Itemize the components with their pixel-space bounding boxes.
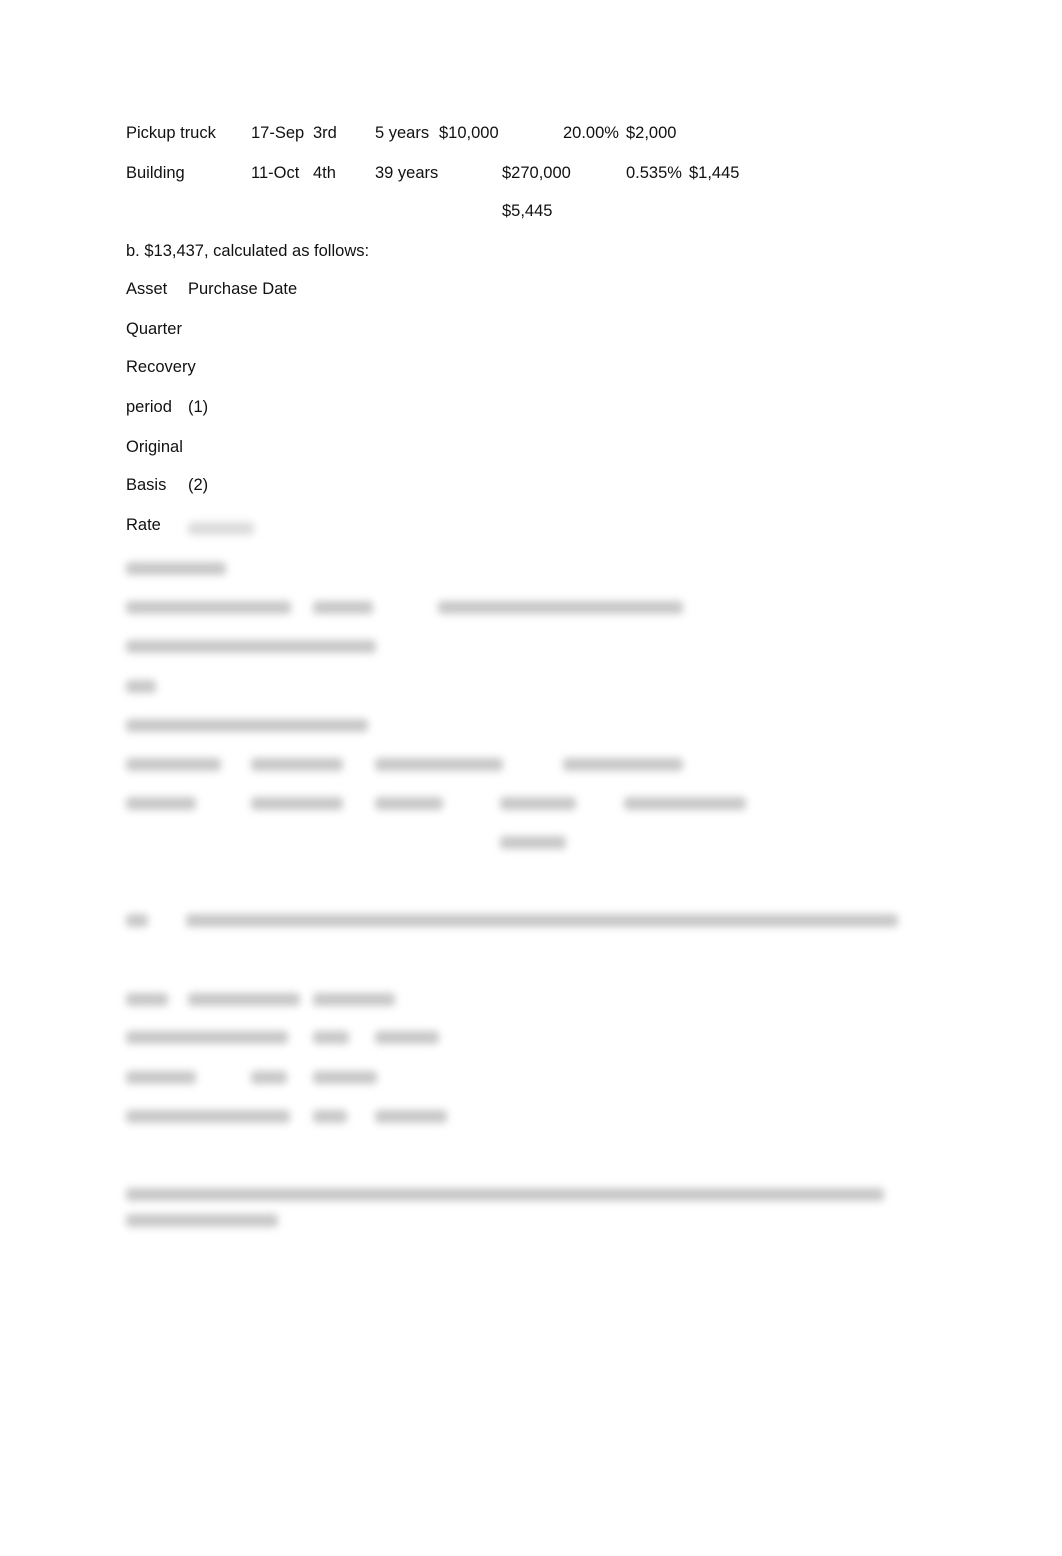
header-label: Asset — [126, 280, 168, 298]
blurred-text — [186, 914, 898, 927]
header-label: Original — [126, 438, 183, 456]
header-label: Quarter — [126, 320, 182, 338]
blurred-text — [126, 562, 226, 575]
header-label: Recovery — [126, 358, 196, 376]
basis-cell: $10,000 — [439, 124, 499, 142]
blurred-text — [313, 1031, 349, 1044]
blurred-text — [313, 1071, 377, 1084]
date-cell: 17-Sep — [251, 124, 305, 142]
blurred-text — [188, 522, 254, 535]
depreciation-cell: $1,445 — [689, 164, 740, 182]
blurred-text — [126, 1188, 884, 1201]
blurred-text — [126, 1071, 196, 1084]
rate-cell: 0.535% — [626, 164, 682, 182]
blurred-text — [126, 601, 291, 614]
blurred-text — [126, 1110, 290, 1123]
total-cell: $5,445 — [502, 202, 553, 220]
quarter-cell: 3rd — [313, 124, 337, 142]
period-cell: 5 years — [375, 124, 430, 142]
header-label: Basis — [126, 476, 167, 494]
rate-cell: 20.00% — [563, 124, 619, 142]
blurred-text — [251, 1071, 287, 1084]
blurred-text — [500, 797, 576, 810]
blurred-text — [251, 797, 343, 810]
blurred-text — [624, 797, 746, 810]
period-cell: 39 years — [375, 164, 439, 182]
blurred-text — [126, 1214, 278, 1227]
header-label: (1) — [188, 398, 209, 416]
blurred-text — [126, 1031, 288, 1044]
blurred-text — [188, 993, 300, 1006]
header-label: period — [126, 398, 172, 416]
header-label: Purchase Date — [188, 280, 298, 298]
blurred-text — [126, 914, 148, 927]
blurred-text — [126, 758, 221, 771]
part-b-heading: b. $13,437, calculated as follows: — [126, 242, 370, 260]
blurred-text — [500, 836, 566, 849]
depreciation-cell: $2,000 — [626, 124, 677, 142]
blurred-text — [375, 797, 443, 810]
quarter-cell: 4th — [313, 164, 336, 182]
blurred-text — [251, 758, 343, 771]
header-label: Rate — [126, 516, 161, 534]
blurred-text — [375, 1110, 447, 1123]
blurred-text — [126, 640, 376, 653]
blurred-text — [126, 719, 368, 732]
date-cell: 11-Oct — [251, 164, 300, 182]
blurred-text — [313, 601, 373, 614]
basis-cell: $270,000 — [502, 164, 571, 182]
blurred-text — [563, 758, 683, 771]
header-label: (2) — [188, 476, 209, 494]
blurred-text — [313, 1110, 347, 1123]
blurred-text — [313, 993, 395, 1006]
blurred-text — [438, 601, 683, 614]
blurred-text — [375, 758, 503, 771]
asset-cell: Pickup truck — [126, 124, 216, 142]
blurred-text — [126, 797, 196, 810]
blurred-text — [375, 1031, 439, 1044]
blurred-text — [126, 680, 156, 693]
blurred-text — [126, 993, 168, 1006]
asset-cell: Building — [126, 164, 185, 182]
